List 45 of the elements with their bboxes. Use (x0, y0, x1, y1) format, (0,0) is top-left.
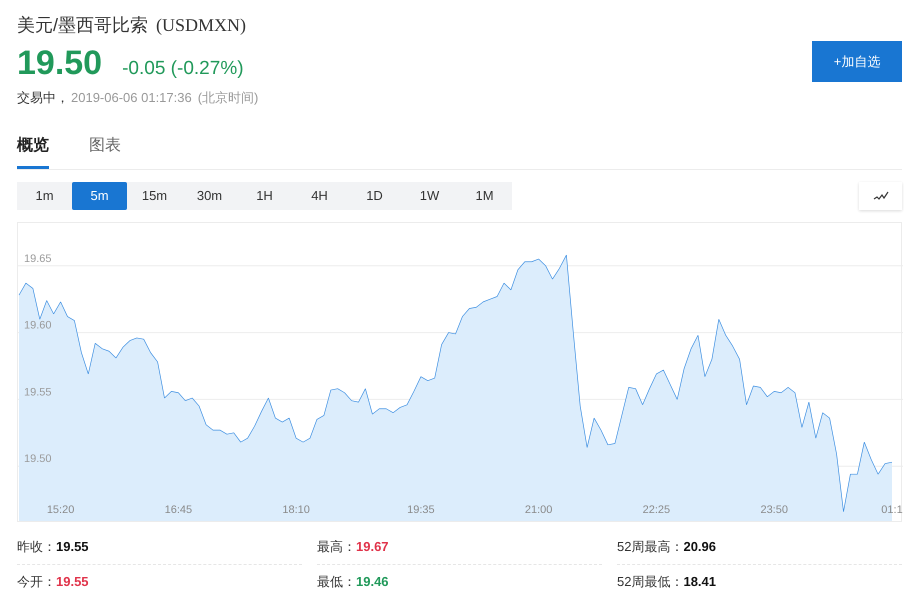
period-button[interactable]: 1M (457, 182, 512, 210)
period-button[interactable]: 5m (72, 182, 127, 210)
stat-value: 20.96 (683, 538, 716, 556)
period-button[interactable]: 4H (292, 182, 347, 210)
stat-value: 19.55 (56, 538, 89, 556)
trading-status: 交易中， (17, 89, 69, 107)
stat-value: 19.55 (56, 573, 89, 592)
instrument-name: 美元/墨西哥比索 (17, 14, 148, 37)
period-button[interactable]: 1D (347, 182, 402, 210)
period-button[interactable]: 1W (402, 182, 457, 210)
stat-label: 今开： (17, 573, 56, 592)
stat-label: 52周最低： (617, 573, 684, 592)
x-axis-label: 16:45 (164, 504, 192, 516)
x-axis-label: 23:50 (760, 504, 788, 516)
stat-value: 19.46 (356, 573, 389, 592)
x-axis-label: 18:10 (282, 504, 310, 516)
timezone: (北京时间) (198, 89, 258, 107)
y-axis-label: 19.65 (24, 252, 52, 264)
x-axis-label: 22:25 (642, 504, 670, 516)
price-change: -0.05 (-0.27%) (122, 57, 244, 81)
stat-value: 18.41 (683, 573, 716, 592)
last-price: 19.50 (17, 46, 102, 80)
instrument-symbol: (USDMXN) (156, 14, 246, 37)
y-axis-label: 19.55 (24, 386, 52, 398)
period-button[interactable]: 1H (237, 182, 292, 210)
stat-label: 52周最高： (617, 538, 684, 556)
stat-value: 19.67 (356, 538, 389, 556)
stat-label: 最低： (317, 573, 356, 592)
tab[interactable]: 概览 (17, 134, 49, 168)
line-chart-icon (872, 190, 888, 200)
timestamp: 2019-06-06 01:17:36 (71, 89, 192, 107)
x-axis-label: 21:00 (524, 504, 552, 516)
period-button[interactable]: 15m (127, 182, 182, 210)
stat-label: 昨收： (17, 538, 56, 556)
chart-type-button[interactable] (859, 182, 902, 210)
x-axis-label: 15:20 (46, 504, 74, 516)
x-axis-label: 19:35 (407, 504, 435, 516)
y-axis-label: 19.60 (24, 319, 52, 332)
x-axis-label: 01:1 (881, 504, 903, 516)
period-button[interactable]: 30m (182, 182, 237, 210)
add-watchlist-button[interactable]: +加自选 (812, 41, 902, 82)
tab[interactable]: 图表 (89, 134, 121, 168)
stat-label: 最高： (317, 538, 356, 556)
y-axis-label: 19.50 (24, 452, 52, 465)
period-button[interactable]: 1m (17, 182, 72, 210)
